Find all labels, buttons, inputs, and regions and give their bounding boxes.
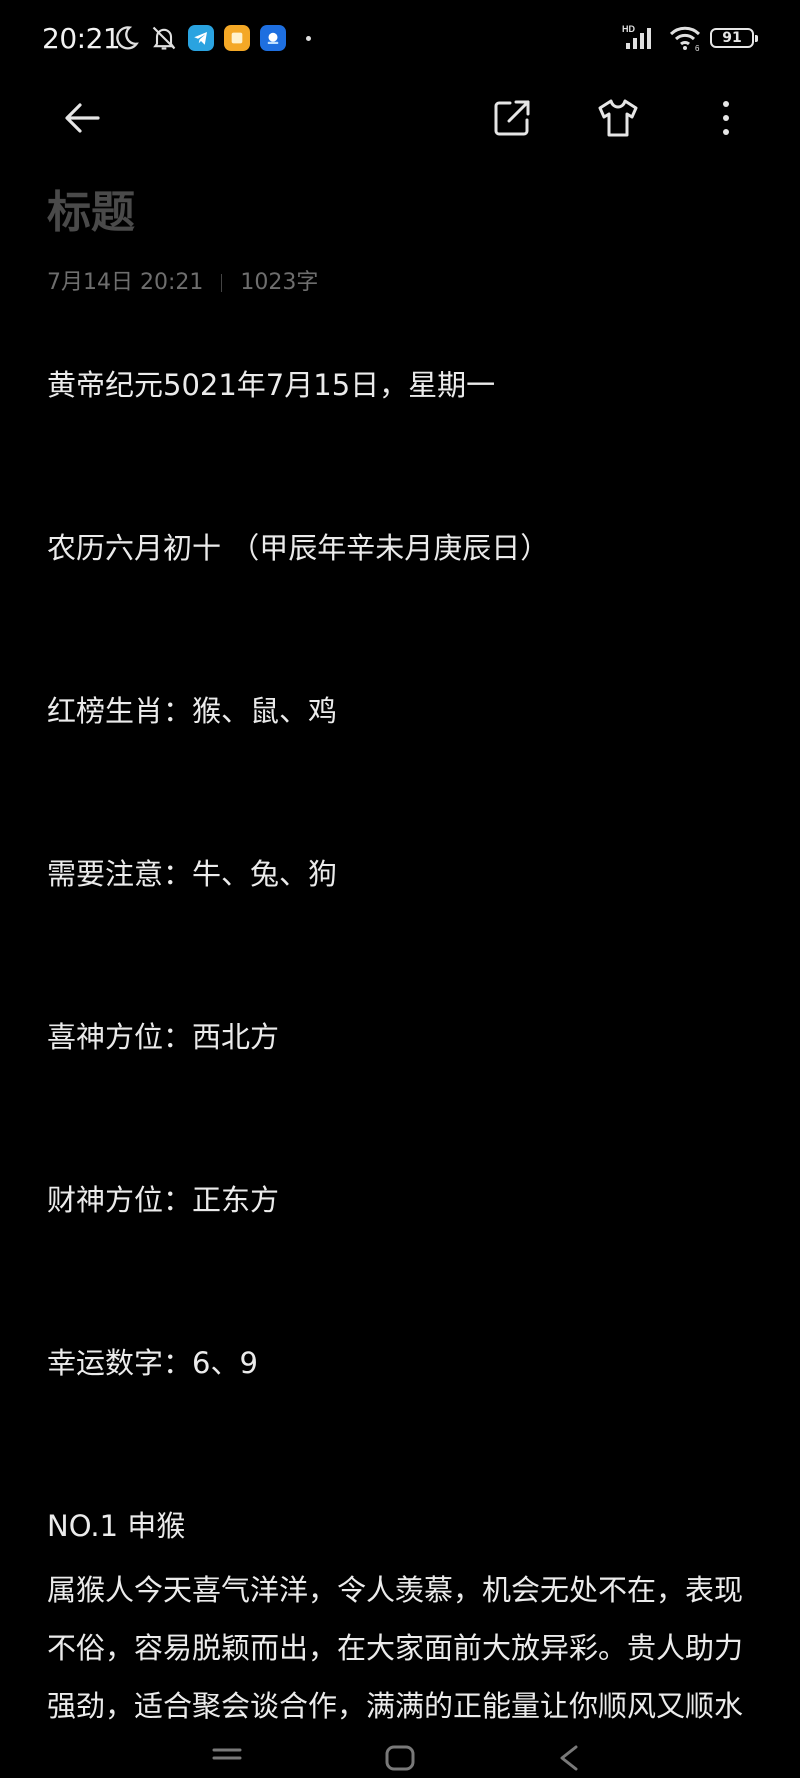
svg-text:HD: HD (622, 24, 635, 34)
share-icon (494, 100, 530, 136)
menu-nav-icon[interactable] (210, 1744, 244, 1768)
arrow-left-icon (65, 103, 100, 133)
more-notifications-dot (306, 35, 311, 41)
note-meta: 7月14日 20:21 1023字 (47, 268, 318, 298)
shirt-icon (598, 99, 638, 137)
moon-icon (116, 26, 139, 50)
note-line: 农历六月初十 （甲辰年辛未月庚辰日） (47, 531, 550, 565)
section-paragraph: 属猴人今天喜气洋洋，令人羡慕，机会无处不在，表现不俗，容易脱颖而出，在大家面前大… (47, 1573, 744, 1723)
battery-level: 91 (722, 30, 742, 46)
note-line: 幸运数字：6、9 (47, 1346, 258, 1380)
word-count: 1023字 (240, 270, 319, 295)
status-icons-left (112, 22, 311, 54)
section-heading: NO.1 申猴 (47, 1509, 186, 1543)
telegram-icon (188, 25, 214, 51)
svg-text:6: 6 (695, 44, 700, 52)
home-nav-icon[interactable] (384, 1744, 416, 1772)
note-line: 喜神方位：西北方 (47, 1020, 280, 1054)
more-options-button[interactable] (698, 90, 754, 146)
theme-button[interactable] (590, 90, 646, 146)
bell-muted-icon (152, 26, 176, 50)
meta-divider (221, 274, 223, 292)
notes-app-icon (224, 25, 250, 51)
note-title[interactable]: 标题 (47, 186, 135, 240)
navigation-bar (0, 1732, 800, 1778)
back-nav-icon[interactable] (556, 1744, 582, 1772)
note-line: 财神方位：正东方 (47, 1183, 280, 1217)
signal-icon: HD (622, 24, 651, 49)
battery-icon: 91 (710, 28, 758, 48)
status-icons-right: HD 6 91 (622, 22, 758, 54)
note-toolbar (0, 76, 800, 160)
note-line: 需要注意：牛、兔、狗 (47, 857, 338, 891)
back-button[interactable] (54, 90, 110, 146)
share-button[interactable] (484, 90, 540, 146)
more-vertical-icon (723, 101, 729, 135)
note-body[interactable]: 黄帝纪元5021年7月15日，星期一 农历六月初十 （甲辰年辛未月庚辰日） 红榜… (47, 356, 757, 1735)
status-bar: 20:21 HD 6 91 (0, 0, 800, 76)
note-date: 7月14日 20:21 (47, 270, 204, 295)
note-line: 红榜生肖：猴、鼠、鸡 (47, 694, 338, 728)
app-notification-icon (260, 25, 286, 51)
wifi-icon: 6 (669, 26, 701, 52)
note-line: 黄帝纪元5021年7月15日，星期一 (47, 368, 496, 402)
status-time: 20:21 (42, 22, 121, 55)
